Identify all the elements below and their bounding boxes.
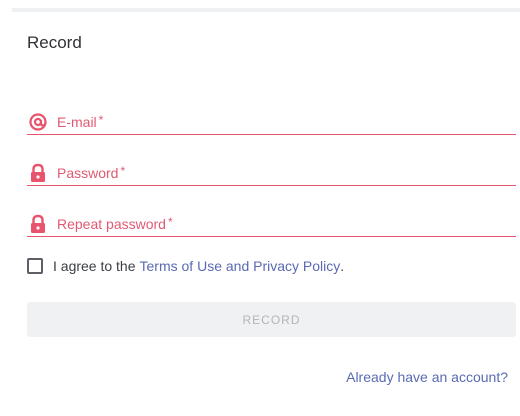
repeat-password-label: Repeat password xyxy=(57,216,166,232)
password-label: Password xyxy=(57,165,119,181)
email-field[interactable]: E-mail * xyxy=(27,110,516,135)
lock-icon xyxy=(27,162,49,184)
repeat-password-field[interactable]: Repeat password * xyxy=(27,212,516,237)
top-divider xyxy=(12,8,520,12)
repeat-password-required-mark: * xyxy=(167,215,173,229)
agreement-row: I agree to the Terms of Use and Privacy … xyxy=(27,258,344,274)
login-link[interactable]: Already have an account? xyxy=(346,369,508,385)
password-field[interactable]: Password * xyxy=(27,161,516,186)
agreement-checkbox[interactable] xyxy=(27,258,43,274)
at-icon xyxy=(27,111,49,133)
terms-link[interactable]: Terms of Use and Privacy Policy xyxy=(140,258,341,274)
password-required-mark: * xyxy=(120,164,126,178)
agreement-suffix: . xyxy=(340,258,345,274)
email-label: E-mail xyxy=(57,114,97,130)
record-button[interactable]: RECORD xyxy=(27,302,516,337)
email-required-mark: * xyxy=(98,113,104,127)
agreement-text: I agree to the xyxy=(53,258,136,274)
form-title: Record xyxy=(27,33,82,52)
lock-icon xyxy=(27,213,49,235)
